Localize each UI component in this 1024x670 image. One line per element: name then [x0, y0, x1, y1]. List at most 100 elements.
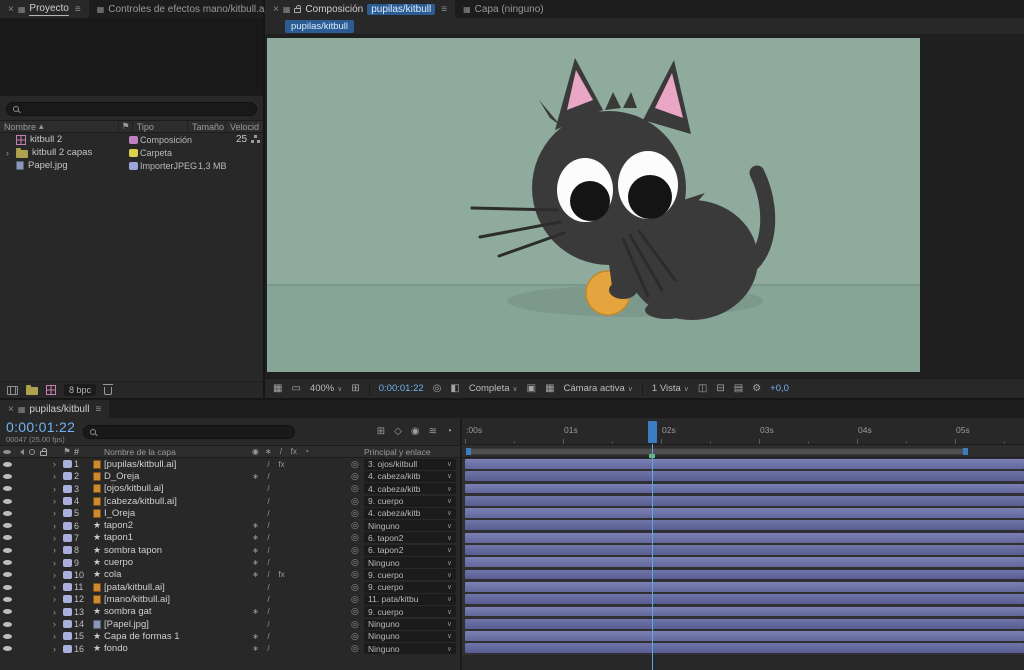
layer-row[interactable]: › 3 [ojos/kitbull.ai] / ◎ 4. cabeza/kitb… — [0, 483, 460, 495]
layer-expand-arrow[interactable]: › — [49, 644, 60, 654]
parent-pickwhip-icon[interactable]: ◎ — [351, 496, 364, 507]
layer-name[interactable]: [Papel.jpg] — [104, 619, 249, 630]
layer-duration-bar[interactable] — [465, 508, 1024, 518]
layer-switches[interactable]: / — [249, 484, 313, 493]
layer-visibility-toggle[interactable] — [0, 499, 14, 504]
layer-row[interactable]: › 12 [mano/kitbull.ai] / ◎ 11. pata/kitb… — [0, 593, 460, 605]
layer-switches[interactable]: ∗/ — [249, 533, 313, 542]
parent-dropdown[interactable]: 4. cabeza/kitb∨ — [364, 471, 456, 482]
new-folder-icon[interactable] — [26, 387, 38, 395]
parent-pickwhip-icon[interactable]: ◎ — [351, 619, 364, 630]
label-color-chip[interactable] — [63, 472, 72, 480]
layer-duration-row[interactable] — [462, 507, 1024, 519]
transparency-grid-icon[interactable]: ▦ — [545, 383, 554, 394]
label-color-chip[interactable] — [63, 620, 72, 628]
layer-duration-row[interactable] — [462, 458, 1024, 470]
label-color-chip[interactable] — [63, 546, 72, 554]
pixel-aspect-icon[interactable]: ⊟ — [716, 383, 724, 394]
frame-blending-icon[interactable]: ≋ — [429, 426, 437, 437]
tab-effect-controls[interactable]: ▦ Controles de efectos mano/kitbull.ai — [89, 0, 275, 18]
layer-duration-row[interactable] — [462, 642, 1024, 654]
layer-duration-bar[interactable] — [465, 643, 1024, 653]
layer-duration-row[interactable] — [462, 630, 1024, 642]
layer-duration-bar[interactable] — [465, 496, 1024, 506]
parent-pickwhip-icon[interactable]: ◎ — [351, 532, 364, 543]
label-color-chip[interactable] — [63, 571, 72, 579]
label-color-chip[interactable] — [63, 497, 72, 505]
layer-visibility-toggle[interactable] — [0, 511, 14, 516]
audio-column-icon[interactable] — [14, 449, 26, 455]
layer-row[interactable]: › 13 ★ sombra gat ∗/ ◎ 9. cuerpo∨ — [0, 606, 460, 618]
layer-visibility-toggle[interactable] — [0, 609, 14, 614]
project-search-input[interactable] — [23, 103, 250, 115]
label-color-chip[interactable] — [63, 460, 72, 468]
layer-label-chip[interactable] — [60, 546, 74, 554]
layer-duration-bar[interactable] — [465, 607, 1024, 617]
grid-guides-icon[interactable]: ▦ — [273, 383, 282, 394]
layer-duration-row[interactable] — [462, 556, 1024, 568]
safe-zones-icon[interactable]: ⊞ — [351, 383, 359, 394]
hide-shy-layers-icon[interactable]: ◉ — [411, 426, 420, 437]
label-color-chip[interactable] — [129, 162, 138, 170]
layer-switches[interactable]: ∗/fx — [249, 570, 313, 579]
time-ruler[interactable]: :00s01s02s03s04s05s — [462, 418, 1024, 445]
layer-visibility-toggle[interactable] — [0, 523, 14, 528]
parent-dropdown[interactable]: 6. tapon2∨ — [364, 545, 456, 556]
layer-switches[interactable]: ∗/ — [249, 558, 313, 567]
parent-pickwhip-icon[interactable]: ◎ — [351, 520, 364, 531]
color-depth-button[interactable]: 8 bpc — [64, 384, 96, 396]
parent-dropdown[interactable]: Ninguno∨ — [364, 557, 456, 568]
layer-visibility-toggle[interactable] — [0, 622, 14, 627]
exposure-offset[interactable]: +0,0 — [770, 383, 789, 394]
layer-duration-row[interactable] — [462, 483, 1024, 495]
layer-expand-arrow[interactable]: › — [49, 631, 60, 641]
layer-expand-arrow[interactable]: › — [49, 619, 60, 629]
parent-pickwhip-icon[interactable]: ◎ — [351, 557, 364, 568]
layer-expand-arrow[interactable]: › — [49, 521, 60, 531]
layer-duration-row[interactable] — [462, 581, 1024, 593]
parent-pickwhip-icon[interactable]: ◎ — [351, 606, 364, 617]
layer-duration-row[interactable] — [462, 519, 1024, 531]
layer-expand-arrow[interactable]: › — [49, 558, 60, 568]
layer-row[interactable]: › 4 [cabeza/kitbull.ai] / ◎ 9. cuerpo∨ — [0, 495, 460, 507]
layer-switches[interactable]: /fx — [249, 460, 313, 469]
close-icon[interactable]: × — [8, 404, 14, 415]
label-color-chip[interactable] — [63, 608, 72, 616]
layer-duration-row[interactable] — [462, 569, 1024, 581]
layer-row[interactable]: › 9 ★ cuerpo ∗/ ◎ Ninguno∨ — [0, 556, 460, 568]
layer-duration-bar[interactable] — [465, 459, 1024, 469]
view-layout-dropdown[interactable]: 1 Vista∨ — [652, 383, 689, 394]
layer-name-column-label[interactable]: Nombre de la capa — [104, 447, 249, 457]
layer-visibility-toggle[interactable] — [0, 572, 14, 577]
label-color-chip[interactable] — [63, 534, 72, 542]
label-color-chip[interactable] — [63, 632, 72, 640]
motion-blur-icon[interactable]: ◔ — [446, 426, 452, 437]
layer-name[interactable]: D_Oreja — [104, 471, 249, 482]
layer-expand-arrow[interactable]: › — [49, 545, 60, 555]
panel-menu-icon[interactable]: ≡ — [75, 4, 81, 15]
layer-duration-bar[interactable] — [465, 484, 1024, 494]
resolution-dropdown[interactable]: Completa∨ — [469, 383, 518, 394]
layer-label-chip[interactable] — [60, 460, 74, 468]
layer-label-chip[interactable] — [60, 472, 74, 480]
camera-dropdown[interactable]: Cámara activa∨ — [564, 383, 633, 394]
project-search[interactable] — [6, 102, 257, 116]
layer-expand-arrow[interactable]: › — [49, 570, 60, 580]
tab-layer[interactable]: ▦ Capa (ninguno) — [455, 0, 552, 18]
layer-name[interactable]: fondo — [104, 643, 249, 654]
fast-previews-icon[interactable]: ▤ — [734, 383, 743, 394]
viewer-timecode[interactable]: 0:00:01:22 — [379, 383, 424, 394]
layer-duration-bar[interactable] — [465, 594, 1024, 604]
parent-pickwhip-icon[interactable]: ◎ — [351, 471, 364, 482]
parent-pickwhip-icon[interactable]: ◎ — [351, 631, 364, 642]
layer-expand-arrow[interactable]: › — [49, 484, 60, 494]
layer-switches[interactable]: ∗/ — [249, 521, 313, 530]
layer-label-chip[interactable] — [60, 485, 74, 493]
layer-visibility-toggle[interactable] — [0, 535, 14, 540]
layer-expand-arrow[interactable]: › — [49, 594, 60, 604]
new-composition-icon[interactable] — [46, 385, 56, 395]
layer-row[interactable]: › 16 ★ fondo ∗/ ◎ Ninguno∨ — [0, 642, 460, 654]
layer-duration-bar[interactable] — [465, 570, 1024, 580]
label-color-chip[interactable] — [63, 583, 72, 591]
layer-duration-bar[interactable] — [465, 533, 1024, 543]
